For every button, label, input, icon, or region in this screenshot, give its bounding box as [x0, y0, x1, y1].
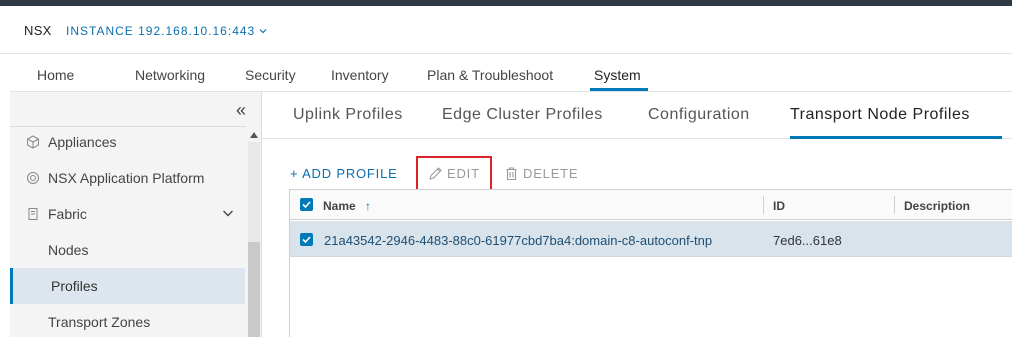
nav-active-indicator: [590, 88, 648, 91]
chevron-down-icon: [259, 29, 267, 34]
sidebar-item-label: Fabric: [48, 206, 87, 222]
grid-header: Name ↑ ID Description: [290, 190, 1012, 220]
collapse-sidebar-icon[interactable]: «: [236, 100, 246, 121]
column-header-description[interactable]: Description: [904, 199, 970, 213]
nav-plan-troubleshoot[interactable]: Plan & Troubleshoot: [427, 67, 553, 83]
sidebar-item-label: Appliances: [48, 134, 117, 150]
sidebar-item-nodes[interactable]: Nodes: [10, 232, 246, 268]
cube-icon: [27, 135, 39, 149]
instance-selector[interactable]: INSTANCE 192.168.10.16:443: [66, 24, 267, 38]
tab-configuration[interactable]: Configuration: [648, 106, 750, 124]
tab-active-indicator: [790, 136, 1002, 139]
nav-inventory[interactable]: Inventory: [331, 67, 389, 83]
sidebar-item-label: Profiles: [51, 278, 98, 294]
add-profile-button[interactable]: + ADD PROFILE: [290, 166, 398, 181]
column-name-label: Name: [323, 199, 356, 213]
sidebar-item-nsx-application-platform[interactable]: NSX Application Platform: [10, 160, 246, 196]
nav-home[interactable]: Home: [37, 67, 74, 83]
brand-logo-text: NSX: [24, 23, 52, 38]
delete-button[interactable]: DELETE: [504, 166, 578, 181]
main-nav: Home Networking Security Inventory Plan …: [10, 54, 1012, 92]
app-header: NSX INSTANCE 192.168.10.16:443: [0, 6, 1012, 54]
row-name-link[interactable]: 21a43542-2946-4483-88c0-61977cbd7ba4:dom…: [324, 233, 712, 248]
sidebar-item-appliances[interactable]: Appliances: [10, 124, 246, 160]
chevron-down-icon[interactable]: [222, 207, 234, 219]
scroll-up-arrow[interactable]: [250, 132, 258, 138]
table-row[interactable]: 21a43542-2946-4483-88c0-61977cbd7ba4:dom…: [290, 221, 1012, 257]
sidebar-item-transport-zones[interactable]: Transport Zones: [10, 304, 246, 337]
sidebar: « Appliances NSX Application Platform Fa…: [10, 92, 262, 337]
select-all-checkbox[interactable]: [300, 198, 313, 211]
tab-uplink-profiles[interactable]: Uplink Profiles: [293, 106, 403, 124]
column-header-name[interactable]: Name ↑: [323, 199, 371, 213]
tab-transport-node-profiles[interactable]: Transport Node Profiles: [790, 106, 970, 124]
sidebar-scrollbar-thumb[interactable]: [248, 242, 260, 337]
delete-label: DELETE: [523, 166, 579, 181]
row-checkbox[interactable]: [300, 233, 313, 246]
column-header-id[interactable]: ID: [773, 199, 785, 213]
instance-label: INSTANCE 192.168.10.16:443: [66, 24, 256, 38]
sort-ascending-icon[interactable]: ↑: [365, 199, 371, 213]
profiles-grid: Name ↑ ID Description 21a43542-2946-4483…: [289, 189, 1012, 337]
sidebar-item-fabric[interactable]: Fabric: [10, 196, 246, 232]
tab-edge-cluster-profiles[interactable]: Edge Cluster Profiles: [442, 106, 603, 124]
row-id: 7ed6...61e8: [773, 233, 842, 248]
sidebar-item-label: NSX Application Platform: [48, 170, 205, 186]
column-separator[interactable]: [763, 196, 764, 214]
trash-icon: [506, 167, 517, 181]
sidebar-item-label: Transport Zones: [48, 314, 151, 330]
nav-networking[interactable]: Networking: [135, 67, 205, 83]
sidebar-item-profiles[interactable]: Profiles: [10, 268, 245, 304]
checkmark-icon: [302, 201, 311, 209]
sidebar-item-label: Nodes: [48, 242, 89, 258]
column-separator[interactable]: [894, 196, 895, 214]
nav-security[interactable]: Security: [245, 67, 296, 83]
fabric-icon: [28, 208, 38, 220]
profile-tabs: Uplink Profiles Edge Cluster Profiles Co…: [262, 92, 1012, 139]
platform-icon: [27, 172, 39, 184]
checkmark-icon: [302, 236, 311, 244]
nav-system[interactable]: System: [594, 67, 641, 83]
